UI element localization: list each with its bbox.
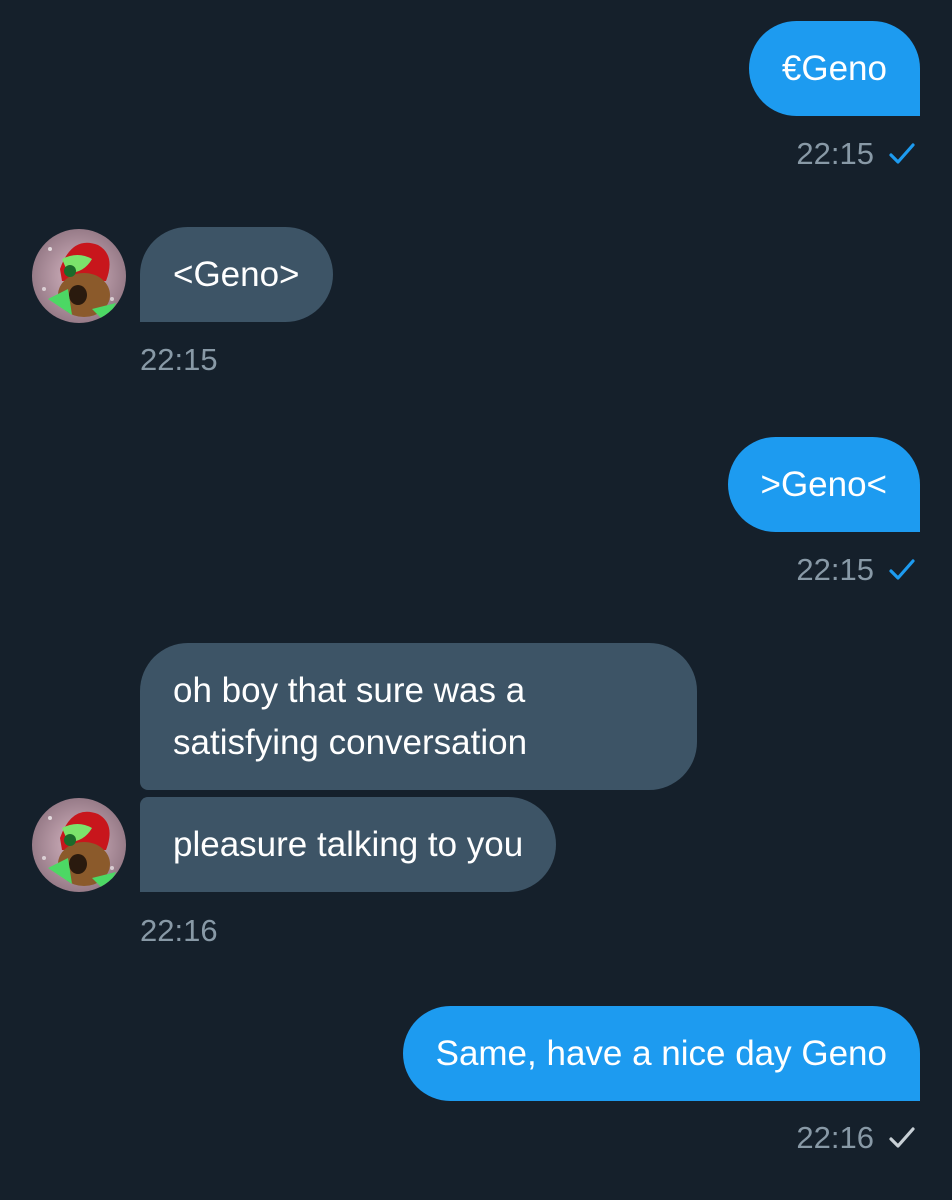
message-timestamp: 22:15	[796, 136, 874, 171]
message-timestamp: 22:16	[140, 913, 218, 948]
avatar-icon[interactable]	[32, 229, 126, 323]
message-timestamp: 22:16	[796, 1120, 874, 1155]
outgoing-message-bubble[interactable]: >Geno<	[727, 437, 920, 532]
avatar-icon[interactable]	[32, 798, 126, 892]
incoming-message-bubble[interactable]: oh boy that sure was a satisfying conver…	[140, 643, 697, 790]
sent-check-icon	[888, 1125, 916, 1151]
message-text-line: oh boy that sure was a	[173, 671, 526, 710]
outgoing-message-bubble[interactable]: Same, have a nice day Geno	[402, 1006, 920, 1101]
message-meta: 22:16	[796, 1118, 916, 1158]
message-timestamp: 22:15	[796, 552, 874, 587]
message-text: <Geno>	[173, 255, 300, 294]
message-text: >Geno<	[760, 465, 888, 504]
message-timestamp: 22:15	[140, 342, 218, 377]
message-text: pleasure talking to you	[173, 825, 524, 864]
message-meta: 22:15	[796, 550, 916, 590]
read-check-icon	[888, 557, 916, 583]
message-text: Same, have a nice day Geno	[435, 1034, 887, 1073]
read-check-icon	[888, 141, 916, 167]
incoming-message-bubble[interactable]: pleasure talking to you	[140, 797, 557, 892]
message-meta: 22:15	[796, 134, 916, 174]
incoming-message-bubble[interactable]: <Geno>	[140, 227, 333, 322]
message-text: €Geno	[781, 49, 887, 88]
message-text-line: satisfying conversation	[173, 723, 528, 762]
outgoing-message-bubble[interactable]: €Geno	[748, 21, 920, 116]
